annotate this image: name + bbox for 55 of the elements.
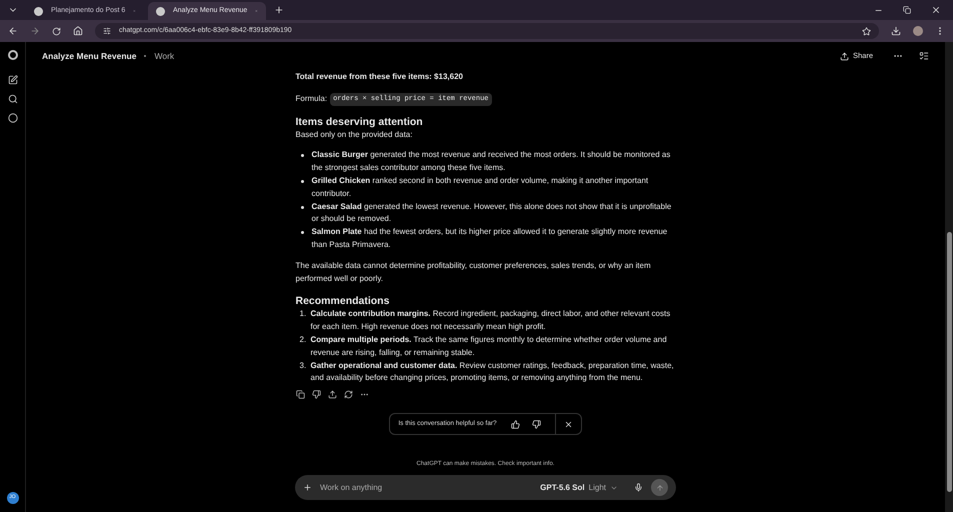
site-settings-icon[interactable]: [103, 27, 111, 35]
bullet-text: Classic Burger generated the most revenue and received the most orders. It should be monitored as the strongest sales contributor among these five items.: [312, 149, 672, 174]
copy-icon[interactable]: [296, 390, 304, 400]
list-number: 1.: [300, 308, 308, 320]
download-icon[interactable]: [891, 26, 901, 36]
add-icon[interactable]: [303, 483, 312, 492]
forward-icon[interactable]: [30, 26, 40, 36]
bullet-icon: [300, 206, 304, 209]
list-number: 3.: [300, 360, 308, 372]
bookmark-star-icon[interactable]: [862, 26, 871, 36]
model-name: GPT-5.6 Sol: [540, 482, 585, 494]
send-button[interactable]: [651, 479, 668, 496]
model-mode: Light: [588, 482, 606, 494]
chat-title[interactable]: Analyze Menu Revenue: [42, 50, 136, 62]
recommendation-text: Compare multiple periods. Track the same figures monthly to determine whether order volume and revenue are rising, falling, or remaining stable.: [310, 334, 668, 359]
formula-label: Formula:: [296, 92, 328, 105]
share-icon[interactable]: [328, 390, 336, 400]
recommendation-text: Calculate contribution margins. Record ingredient, packaging, direct labor, and other relevant costs for each item. High revenue does not necessarily mean high profit.: [310, 308, 672, 334]
list-number: 2.: [300, 334, 308, 346]
project-name[interactable]: Work: [154, 50, 174, 62]
composer-field[interactable]: Work on anything GPT-5.6 Sol Light: [295, 475, 676, 500]
total-revenue-text: Total revenue from these five items: $13,620: [296, 71, 464, 83]
home-icon[interactable]: [73, 26, 83, 36]
bullet-icon: [300, 231, 304, 234]
thumbs-icon[interactable]: [312, 390, 320, 400]
reload-icon[interactable]: [52, 26, 61, 36]
bullet-text: Caesar Salad generated the lowest revenue. However, this alone does not show that it is unprofitable or should be removed.: [312, 200, 672, 226]
close-icon[interactable]: [931, 5, 941, 15]
restore-icon[interactable]: [903, 6, 911, 14]
section-heading: Recommendations: [296, 294, 390, 308]
model-selector[interactable]: GPT-5.6 Sol Light: [540, 482, 618, 494]
search-icon[interactable]: [8, 94, 18, 104]
list-icon[interactable]: [919, 51, 929, 61]
thumbs-down-icon[interactable]: [532, 420, 541, 429]
regenerate-icon[interactable]: [344, 390, 352, 400]
bullet-icon: [300, 180, 304, 183]
thumbs-up-icon[interactable]: [510, 420, 520, 429]
logo-icon[interactable]: [8, 50, 18, 60]
bullet-text: Salmon Plate had the fewest orders, but its higher price allowed it to generate slightly more revenue than Pasta Primavera.: [312, 226, 668, 251]
share-icon: [840, 52, 849, 60]
intro-text: Based only on the provided data:: [296, 128, 414, 141]
note-paragraph: The available data cannot determine profitability, customer preferences, sales trends, or why an item performed well or poorly.: [296, 260, 652, 285]
close-icon[interactable]: [564, 420, 573, 429]
scrollbar[interactable]: [945, 42, 953, 512]
back-icon[interactable]: [8, 26, 18, 36]
microphone-icon[interactable]: [634, 483, 643, 492]
bullet-text: Grilled Chicken ranked second in both revenue and order volume, making it another important contributor.: [312, 174, 650, 200]
recommendation-text: Gather operational and customer data. Review customer ratings, feedback, preparation time, waste, and availability before changing prices, promoting items, or removing anything from the menu.: [310, 360, 675, 384]
message-input[interactable]: Work on anything: [320, 482, 532, 494]
profile-avatar-icon[interactable]: [913, 26, 923, 36]
section-heading: Items deserving attention: [296, 114, 424, 129]
arrow-up-icon: [656, 484, 664, 492]
bullet-icon: [300, 154, 304, 158]
new-chat-icon[interactable]: [8, 75, 18, 85]
new-tab-icon[interactable]: [274, 5, 284, 15]
